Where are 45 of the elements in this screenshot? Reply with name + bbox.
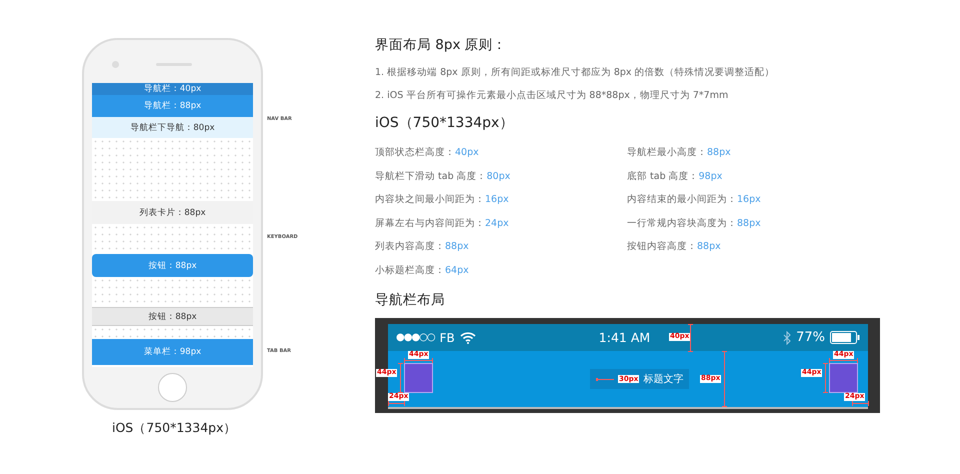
spec-value: 88px bbox=[697, 241, 721, 252]
signal-indicator: ●●●○○ bbox=[396, 332, 435, 343]
spec-label: 导航栏下滑动 tab 高度： bbox=[375, 170, 487, 182]
battery-icon bbox=[830, 331, 860, 344]
spec-value: 88px bbox=[445, 241, 469, 252]
dimension-line bbox=[596, 378, 614, 380]
battery-percentage: 77% bbox=[796, 330, 825, 345]
carrier-label: FB bbox=[440, 330, 455, 344]
section-title: 界面布局 8px 原则： bbox=[375, 36, 508, 54]
sub-navigation-bar: 导航栏下导航：80px bbox=[92, 117, 253, 138]
spec-label: 导航栏最小高度： bbox=[627, 147, 707, 158]
rule-text: 2. iOS 平台所有可操作元素最小点击区域尺寸为 88*88px，物理尺寸为 7*7mm bbox=[375, 89, 730, 102]
wifi-icon bbox=[460, 332, 476, 344]
tab-bar: 菜单栏：98px bbox=[92, 339, 253, 365]
spec-label: 列表内容高度： bbox=[375, 241, 445, 252]
phone-caption: iOS（750*1334px） bbox=[112, 420, 238, 437]
spec-value: 16px bbox=[737, 194, 761, 205]
navigation-bar: 导航栏：88px bbox=[92, 95, 253, 117]
section-title: iOS（750*1334px） bbox=[375, 114, 514, 132]
button-placeholder bbox=[404, 363, 433, 393]
spec-label: 底部 tab 高度： bbox=[627, 170, 699, 182]
home-button[interactable] bbox=[158, 373, 187, 402]
spec-label: 顶部状态栏高度： bbox=[375, 147, 455, 158]
spec-label: 屏幕左右与内容间距为： bbox=[375, 218, 485, 228]
spec-label: 按钮内容高度： bbox=[627, 241, 697, 252]
spec-value: 88px bbox=[707, 147, 731, 158]
bluetooth-icon bbox=[783, 330, 792, 344]
spec-value: 98px bbox=[698, 170, 722, 182]
spec-label: 内容结束的最小间距为： bbox=[627, 194, 737, 205]
spec-value: 80px bbox=[486, 170, 510, 182]
rule-text: 1. 根据移动端 8px 原则，所有间距或标准尺寸都应为 8px 的倍数（特殊情况要调整适配） bbox=[375, 66, 776, 79]
spec-value: 64px bbox=[445, 264, 469, 276]
clock-time: 1:41 AM bbox=[598, 330, 650, 345]
spec-value: 88px bbox=[737, 218, 761, 228]
spec-value: 40px bbox=[455, 147, 479, 158]
button-placeholder bbox=[829, 363, 858, 393]
section-title: 导航栏布局 bbox=[375, 291, 446, 309]
spec-value: 24px bbox=[485, 218, 509, 228]
spec-label: 一行常规内容块高度为： bbox=[627, 218, 737, 228]
title-text: 标题文字 bbox=[643, 372, 684, 386]
status-bar: 导航栏：40px bbox=[92, 83, 253, 95]
list-card: 列表卡片：88px bbox=[92, 201, 253, 224]
spec-label: 小标题栏高度： bbox=[375, 264, 445, 276]
spec-value: 16px bbox=[485, 194, 509, 205]
spec-label: 内容块之间最小间距为： bbox=[375, 194, 485, 205]
